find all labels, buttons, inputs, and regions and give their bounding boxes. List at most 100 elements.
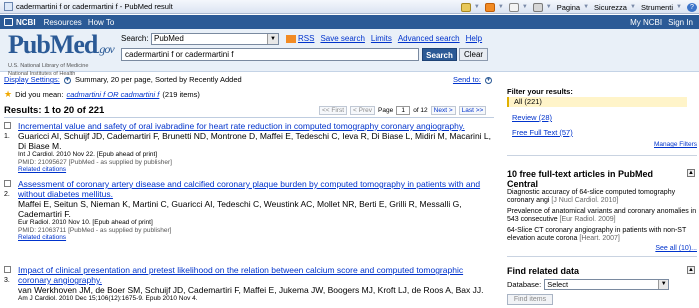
result-checkbox[interactable] (4, 122, 11, 129)
display-settings-toggle-icon[interactable]: ▼ (63, 76, 71, 84)
filter-all[interactable]: All (221) (507, 97, 687, 107)
result-title[interactable]: Impact of clinical presentation and pret… (18, 265, 494, 285)
result-body: Impact of clinical presentation and pret… (18, 265, 494, 303)
logo-gov: .gov (97, 42, 114, 56)
pager-next[interactable]: Next > (430, 105, 456, 115)
sidebar-divider (507, 155, 697, 156)
database-dropdown[interactable]: Select ▼ (544, 279, 670, 290)
free-articles-title: 10 free full-text articles in PubMed Cen… (507, 169, 654, 189)
help-icon[interactable]: ? (687, 2, 697, 12)
logo-pub: Pub (8, 30, 51, 59)
result-authors: Guaricci AI, Schuijf JD, Cademartiri F, … (18, 131, 492, 151)
home-dropdown-icon[interactable]: ▼ (474, 4, 480, 10)
result-pmid: PMID: 21063711 [PubMed - as supplied by … (18, 226, 172, 234)
database-dropdown-value: Select (547, 280, 569, 289)
browser-command-bar: ▼ ▼ ▼ ▼ Pagina ▼ Sicurezza ▼ Strumenti ▼ ? (460, 0, 697, 14)
rss-link[interactable]: RSS (286, 34, 314, 43)
advanced-search-link[interactable]: Advanced search (398, 34, 460, 43)
result-checkbox[interactable] (4, 266, 11, 273)
did-you-mean-suggestion[interactable]: cadmartini f OR cadmartini f (66, 90, 159, 99)
pager-last[interactable]: Last >> (458, 105, 487, 115)
page-dropdown-icon[interactable]: ▼ (583, 4, 589, 10)
results-divider (4, 117, 494, 118)
result-number: 2. (4, 191, 10, 198)
send-to-toggle-icon: ▼ (485, 76, 492, 84)
send-to[interactable]: Send to: ▼ (453, 75, 494, 84)
pubmed-logo[interactable]: PubMed.gov U.S. National Library of Medi… (8, 30, 115, 78)
related-citations-link[interactable]: Related citations (18, 166, 494, 174)
filter-review[interactable]: Review (28) (512, 113, 552, 122)
tools-dropdown-icon[interactable]: ▼ (676, 4, 682, 10)
see-all-link[interactable]: See all (10)... (655, 245, 697, 252)
pager-prev[interactable]: < Prev (350, 105, 376, 115)
result-checkbox[interactable] (4, 180, 11, 187)
security-menu[interactable]: Sicurezza (594, 3, 627, 12)
pager-first[interactable]: << First (319, 105, 348, 115)
save-search-link[interactable]: Save search (320, 34, 364, 43)
mail-icon[interactable] (508, 2, 519, 12)
did-you-mean-count: (219 items) (162, 90, 200, 99)
result-item: 2. Assessment of coronary artery disease… (4, 179, 494, 241)
ncbi-account: My NCBI Sign In (630, 15, 693, 29)
did-you-mean: ★ Did you mean: cadmartini f OR cadmarti… (4, 89, 494, 100)
chevron-down-icon: ▼ (658, 280, 669, 289)
result-citation: Eur Radiol. 2010 Nov 10. [Epub ahead of … (18, 219, 153, 226)
free-article-journal: [J Nucl Cardiol. 2010] (551, 197, 619, 204)
print-dropdown-icon[interactable]: ▼ (546, 4, 552, 10)
clear-button[interactable]: Clear (459, 48, 488, 61)
right-sidebar: Filter your results: All (221) Review (2… (500, 72, 699, 308)
ncbi-menu-resources[interactable]: Resources (44, 18, 82, 27)
ncbi-menu-howto[interactable]: How To (88, 18, 115, 27)
ncbi-logo-icon (4, 18, 13, 26)
result-title[interactable]: Incremental value and safety of oral iva… (18, 121, 494, 131)
rss-label: RSS (298, 34, 315, 43)
print-icon[interactable] (532, 2, 543, 12)
ncbi-bar: NCBI Resources How To My NCBI Sign In (0, 15, 699, 29)
collapse-icon[interactable]: ▲ (687, 266, 695, 274)
result-authors: van Werkhoven JM, de Boer SM, Schuijf JD… (18, 285, 484, 295)
display-settings-link[interactable]: Display Settings: (4, 75, 60, 84)
home-icon[interactable] (460, 2, 471, 12)
browser-window: cadermartini f or cadermartini f - PubMe… (0, 0, 699, 308)
my-ncbi-link[interactable]: My NCBI (630, 18, 662, 27)
result-title[interactable]: Assessment of coronary artery disease an… (18, 179, 494, 199)
find-items-button[interactable]: Find items (507, 294, 553, 305)
send-to-link: Send to: (452, 75, 481, 84)
free-article-item[interactable]: Diagnostic accuracy of 64-slice computed… (507, 189, 697, 205)
search-button[interactable]: Search (422, 48, 457, 61)
mail-dropdown-icon[interactable]: ▼ (522, 4, 528, 10)
sign-in-link[interactable]: Sign In (668, 18, 693, 27)
free-article-item[interactable]: 64-Slice CT coronary angiography in pati… (507, 227, 697, 243)
result-item: 3. Impact of clinical presentation and p… (4, 265, 494, 308)
filter-free-full-text[interactable]: Free Full Text (57) (512, 128, 573, 137)
pager-page-label: Page (378, 106, 394, 114)
ncbi-logo[interactable]: NCBI (4, 18, 36, 27)
did-you-mean-prefix: Did you mean: (15, 90, 64, 99)
result-citation: Int J Cardiol. 2010 Nov 22. [Epub ahead … (18, 151, 158, 158)
page-menu[interactable]: Pagina (557, 3, 580, 12)
pubmed-header: PubMed.gov U.S. National Library of Medi… (0, 29, 699, 78)
tools-menu[interactable]: Strumenti (641, 3, 673, 12)
manage-filters-link[interactable]: Manage Filters (654, 141, 697, 148)
search-input[interactable]: cadermartini f or cadermartini f (121, 48, 419, 61)
pubmed-logo-word: PubMed.gov (8, 30, 115, 61)
feeds-dropdown-icon[interactable]: ▼ (498, 4, 504, 10)
tab-favicon-icon (4, 2, 13, 11)
free-article-journal: [Heart. 2007] (579, 235, 620, 242)
database-select[interactable]: PubMed ▼ (151, 33, 279, 45)
database-select-value: PubMed (154, 34, 184, 43)
result-body: Assessment of coronary artery disease an… (18, 179, 494, 242)
ncbi-logo-text: NCBI (16, 17, 36, 27)
feeds-icon[interactable] (484, 2, 495, 12)
browser-tab-bar: cadermartini f or cadermartini f - PubMe… (0, 0, 699, 14)
pager: << First < Prev Page 1 of 12 Next > Last… (319, 105, 487, 115)
pager-page-input[interactable]: 1 (396, 105, 411, 115)
limits-link[interactable]: Limits (371, 34, 392, 43)
security-dropdown-icon[interactable]: ▼ (630, 4, 636, 10)
tab-title: cadermartini f or cadermartini f - PubMe… (16, 2, 173, 11)
browser-tab[interactable]: cadermartini f or cadermartini f - PubMe… (0, 0, 177, 14)
related-citations-link[interactable]: Related citations (18, 234, 494, 242)
help-link[interactable]: Help (466, 34, 482, 43)
free-article-item[interactable]: Prevalence of anatomical variants and co… (507, 208, 697, 224)
collapse-icon[interactable]: ▲ (687, 169, 695, 177)
